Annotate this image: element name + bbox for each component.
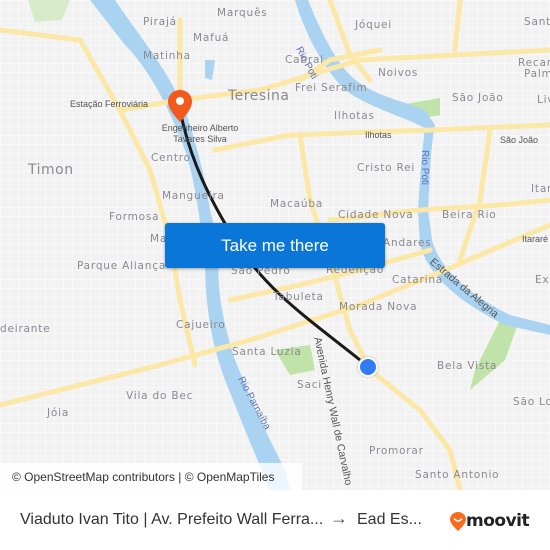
- label-cajueiro: Cajueiro: [176, 319, 226, 331]
- label-parque-alianca: Parque Aliança: [77, 260, 167, 272]
- label-itar: Itar: [531, 183, 550, 195]
- label-andares: Andares: [383, 237, 432, 249]
- map[interactable]: Pirajá Marquês Matinha Mafuá Cabral Jóqu…: [0, 0, 550, 490]
- label-santa-luzia: Santa Luzia: [232, 346, 302, 358]
- moovit-pin-icon: [450, 511, 466, 531]
- label-liv: Liv: [537, 94, 550, 106]
- moovit-logo[interactable]: moovit: [450, 511, 530, 531]
- label-joia: Jóia: [47, 407, 70, 419]
- origin-stop-name: Viaduto Ivan Tito | Av. Prefeito Wall Fe…: [20, 511, 324, 528]
- label-estacao-ferroviaria: Estação Ferroviária: [70, 99, 149, 109]
- label-joquei: Jóquei: [355, 19, 393, 31]
- take-me-there-button[interactable]: Take me there: [165, 223, 385, 268]
- label-frei-serafim: Frei Serafim: [295, 82, 368, 94]
- destination-stop-name: Ead Es...: [357, 511, 422, 528]
- origin-location-dot[interactable]: [358, 357, 378, 377]
- label-piraja: Pirajá: [143, 16, 177, 28]
- label-itarare: Itararé: [522, 234, 549, 244]
- label-morada-nova: Morada Nova: [339, 301, 418, 313]
- label-marques: Marquês: [217, 7, 268, 19]
- label-ilhotas-road: Ilhotas: [365, 130, 392, 140]
- arrow-right-icon: →: [330, 508, 348, 528]
- label-catarina: Catarina: [392, 274, 444, 286]
- label-ilhotas: Ilhotas: [334, 110, 375, 122]
- label-timon: Timon: [28, 162, 74, 178]
- label-palm: Palm: [524, 68, 550, 80]
- label-beira-rio: Beira Rio: [442, 209, 497, 221]
- label-sao-joao-road: São João: [500, 135, 539, 145]
- label-sao-joao: São João: [452, 92, 504, 104]
- label-teresina: Teresina: [228, 88, 290, 104]
- label-mangueira: Mangueira: [162, 190, 225, 202]
- label-bela-vista: Bela Vista: [437, 360, 498, 372]
- label-cristo-rei: Cristo Rei: [357, 162, 416, 174]
- label-saci: Saci: [297, 379, 322, 391]
- label-bandeirante: deirante: [0, 323, 51, 335]
- map-attribution[interactable]: © OpenStreetMap contributors | © OpenMap…: [0, 463, 302, 490]
- label-centro: Centro: [151, 152, 191, 164]
- label-tabuleta: Tabuleta: [273, 291, 324, 303]
- label-macauba: Macaúba: [270, 198, 324, 210]
- destination-label: Engenheiro Alberto Tavares Silva: [161, 123, 239, 144]
- label-santo-antonio: Santo Antonio: [415, 469, 500, 481]
- label-noivos: Noivos: [378, 67, 419, 79]
- label-formosa: Formosa: [109, 211, 160, 223]
- moovit-wordmark: moovit: [466, 511, 530, 531]
- label-cidade-nova: Cidade Nova: [338, 209, 414, 221]
- destination-pin-icon[interactable]: [168, 90, 192, 122]
- label-sao-lo: São Lo: [513, 396, 550, 408]
- label-santa: Santa: [524, 16, 550, 28]
- label-mafua: Mafuá: [193, 32, 230, 44]
- label-ext: Ext: [535, 274, 550, 286]
- label-promorar: Promorar: [369, 445, 424, 457]
- label-rio-poti-south: Rio Poti: [419, 150, 430, 186]
- label-vila-do-bec: Vila do Bec: [126, 390, 194, 402]
- label-matinha: Matinha: [143, 50, 191, 62]
